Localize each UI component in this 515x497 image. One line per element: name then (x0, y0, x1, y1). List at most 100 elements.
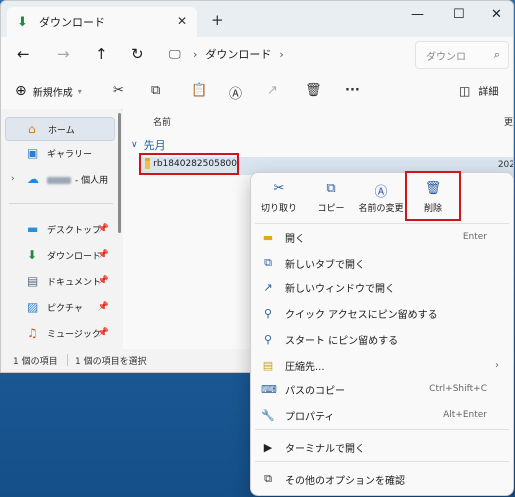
pin-icon[interactable]: 📌 (98, 276, 109, 286)
file-name: rb1840282505800 (153, 159, 237, 169)
folder-icon (145, 157, 151, 169)
plus-icon: ⊕ (15, 83, 27, 99)
chevron-down-icon: ∨ (131, 140, 138, 150)
rename-label: 名前の変更 (358, 204, 404, 214)
copy-label: コピー (317, 204, 345, 214)
gallery-icon: ▣ (27, 146, 39, 160)
details-button[interactable]: ◫ 詳細 (459, 83, 499, 99)
copy-button[interactable]: ⧉ コピー (305, 177, 357, 217)
menu-item-label: 新しいウィンドウで開く (285, 283, 395, 295)
share-icon[interactable]: ↗ (267, 83, 278, 98)
menu-item-label: 新しいタブで開く (285, 259, 365, 271)
chevron-right-icon: › (495, 359, 499, 371)
menu-item-shortcut: Alt+Enter (443, 410, 487, 420)
sidebar-item-home[interactable]: ⌂ ホーム (5, 117, 115, 141)
minimize-button[interactable]: — (411, 7, 424, 22)
sidebar-item-pictures[interactable]: ▨ ピクチャ 📌 (5, 295, 113, 319)
new-window-icon: ↗ (263, 280, 273, 294)
chevron-down-icon: ▾ (77, 86, 82, 96)
folder-open-icon: ▬ (262, 230, 274, 244)
rename-icon: Ⓐ (374, 185, 388, 200)
menu-item-more-options[interactable]: ⧉ その他のオプションを確認 (251, 467, 513, 491)
sidebar-item-music[interactable]: ♫ ミュージック 📌 (5, 321, 113, 345)
download-icon: ⬇ (27, 248, 38, 262)
copy-path-icon: ⌨ (261, 382, 277, 396)
sidebar-item-label: デスクトップ (47, 225, 102, 236)
new-button[interactable]: ⊕ 新規作成 ▾ (15, 83, 82, 99)
menu-item-open-new-window[interactable]: ↗ 新しいウィンドウで開く (251, 275, 513, 299)
delete-icon[interactable]: 🗑 (305, 83, 322, 98)
menu-item-compress[interactable]: ▤ 圧縮先... › (251, 353, 513, 377)
home-icon: ⌂ (28, 122, 36, 136)
tab-close-button[interactable]: ✕ (177, 14, 187, 28)
copy-icon[interactable]: ⧉ (151, 83, 160, 98)
address-bar[interactable]: 🖵 › ダウンロード › (163, 41, 409, 67)
pin-icon[interactable]: 📌 (98, 224, 109, 234)
breadcrumb-downloads[interactable]: ダウンロード (205, 46, 271, 62)
menu-divider (255, 223, 509, 224)
terminal-icon: ▶ (263, 440, 273, 454)
rename-icon[interactable]: Ⓐ (229, 83, 242, 102)
sidebar-item-onedrive[interactable]: › ☁ - 個人用 (5, 167, 113, 191)
column-header-name[interactable]: 名前 (153, 115, 171, 128)
rename-button[interactable]: Ⓐ 名前の変更 (355, 177, 407, 217)
sidebar-scrollbar[interactable] (118, 113, 121, 233)
forward-button[interactable]: → (57, 45, 70, 63)
sidebar-item-downloads[interactable]: ⬇ ダウンロード 📌 (5, 243, 113, 267)
sidebar-item-label: ホーム (48, 125, 75, 136)
pin-icon[interactable]: 📌 (98, 302, 109, 312)
file-name-highlight: rb1840282505800 (139, 153, 239, 175)
sidebar-item-label: ドキュメント (47, 277, 102, 288)
paste-icon[interactable]: 📋 (191, 83, 207, 98)
sidebar-item-gallery[interactable]: ▣ ギャラリー (5, 141, 113, 165)
menu-item-pin-start[interactable]: ⚲ スタート にピン留めする (251, 327, 513, 351)
menu-item-label: パスのコピー (285, 385, 345, 397)
details-pane-icon: ◫ (459, 83, 471, 98)
up-button[interactable]: ↑ (95, 45, 108, 63)
tab-downloads[interactable]: ⬇ ダウンロード ✕ (7, 7, 197, 37)
close-button[interactable]: ✕ (491, 7, 502, 22)
back-button[interactable]: ← (17, 45, 30, 63)
menu-item-properties[interactable]: 🔧 プロパティ Alt+Enter (251, 403, 513, 427)
more-options-button[interactable]: ··· (345, 83, 360, 98)
address-row: ← → ↑ ↻ 🖵 › ダウンロード › ダウンロ ⌕ (1, 37, 513, 73)
menu-divider (255, 429, 509, 430)
delete-button[interactable]: 🗑 削除 (405, 171, 461, 221)
new-tab-button[interactable]: + (211, 11, 224, 29)
context-menu-actions: ✂ 切り取り ⧉ コピー Ⓐ 名前の変更 🗑 削除 (251, 171, 513, 221)
new-tab-icon: ⧉ (264, 256, 272, 269)
refresh-button[interactable]: ↻ (131, 45, 144, 63)
properties-icon: 🔧 (261, 408, 275, 422)
pin-icon: ⚲ (263, 306, 273, 320)
sidebar-item-desktop[interactable]: ▬ デスクトップ 📌 (5, 217, 113, 241)
chevron-right-icon: › (11, 174, 15, 184)
pc-icon: 🖵 (169, 46, 181, 61)
menu-item-copy-path[interactable]: ⌨ パスのコピー Ctrl+Shift+C (251, 377, 513, 401)
cut-icon[interactable]: ✂ (113, 83, 124, 98)
search-placeholder: ダウンロ (426, 51, 466, 63)
sidebar-item-documents[interactable]: ▤ ドキュメント 📌 (5, 269, 113, 293)
search-input[interactable]: ダウンロ ⌕ (415, 41, 509, 69)
menu-item-pin-quick-access[interactable]: ⚲ クイック アクセスにピン留めする (251, 301, 513, 325)
search-icon: ⌕ (493, 48, 500, 61)
details-label: 詳細 (478, 87, 499, 98)
menu-item-open[interactable]: ▬ 開く Enter (251, 225, 513, 249)
pin-start-icon: ⚲ (263, 332, 273, 346)
navigation-pane: ⌂ ホーム ▣ ギャラリー › ☁ - 個人用 ▬ デスクトップ 📌 ⬇ ダウン… (1, 109, 121, 349)
column-header-modified[interactable]: 更 (504, 115, 513, 128)
menu-item-label: 開く (285, 233, 305, 245)
menu-item-open-terminal[interactable]: ▶ ターミナルで開く (251, 435, 513, 459)
menu-item-label: ターミナルで開く (285, 443, 365, 455)
group-header-last-month[interactable]: ∨ 先月 (131, 137, 166, 153)
title-bar: ⬇ ダウンロード ✕ + — ☐ ✕ (1, 1, 513, 37)
menu-item-label: 圧縮先... (285, 361, 325, 373)
pin-icon[interactable]: 📌 (98, 328, 109, 338)
pin-icon[interactable]: 📌 (98, 250, 109, 260)
maximize-button[interactable]: ☐ (453, 7, 465, 22)
menu-item-open-new-tab[interactable]: ⧉ 新しいタブで開く (251, 251, 513, 275)
status-item-count: 1 個の項目 (13, 357, 58, 367)
sidebar-item-label: - 個人用 (75, 175, 109, 186)
menu-item-shortcut: Enter (462, 232, 487, 242)
cut-button[interactable]: ✂ 切り取り (253, 177, 305, 217)
delete-label: 削除 (423, 204, 442, 214)
